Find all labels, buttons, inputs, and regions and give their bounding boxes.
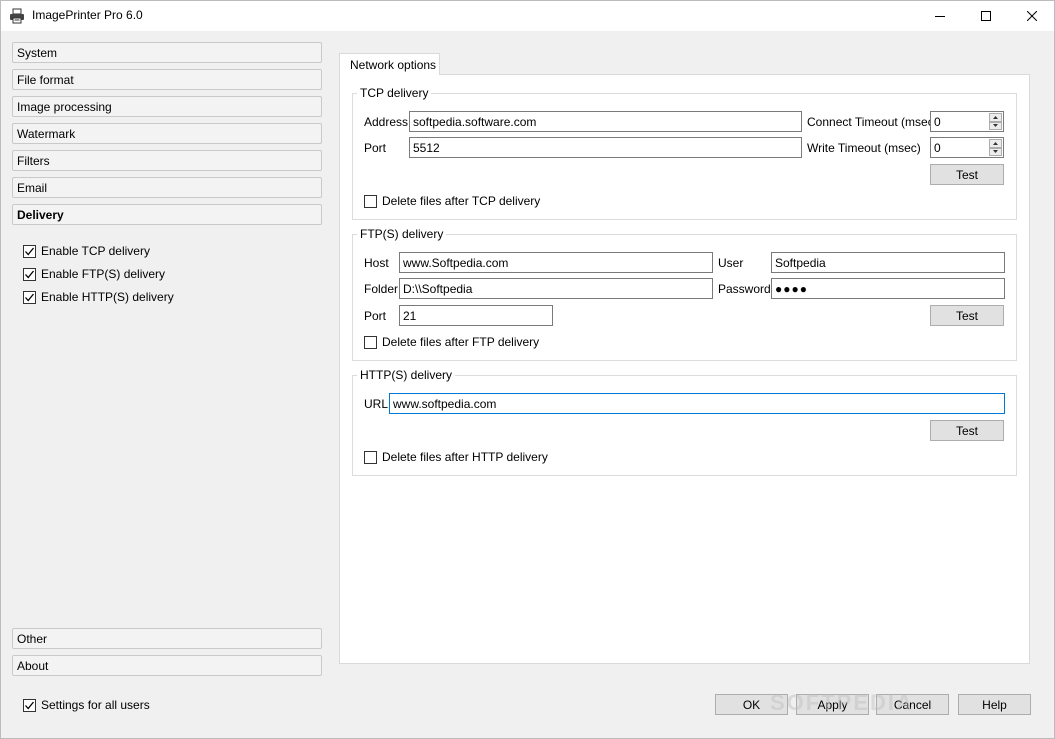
enable-tcp-checkbox[interactable]: Enable TCP delivery bbox=[23, 244, 150, 258]
nav-filters[interactable]: Filters bbox=[12, 150, 322, 171]
maximize-icon bbox=[981, 10, 991, 21]
checkbox-unchecked-icon bbox=[364, 450, 377, 464]
checkbox-checked-icon bbox=[23, 244, 36, 258]
nav-watermark[interactable]: Watermark bbox=[12, 123, 322, 144]
ftp-test-button[interactable]: Test bbox=[930, 305, 1004, 326]
help-button[interactable]: Help bbox=[958, 694, 1031, 715]
ftp-group-title: FTP(S) delivery bbox=[357, 227, 447, 241]
nav-about[interactable]: About bbox=[12, 655, 322, 676]
tcp-address-label: Address bbox=[364, 115, 409, 129]
checkbox-unchecked-icon bbox=[364, 335, 377, 349]
http-test-button[interactable]: Test bbox=[930, 420, 1004, 441]
ftp-user-label: User bbox=[718, 256, 744, 270]
checkbox-checked-icon bbox=[23, 290, 36, 304]
http-url-input[interactable]: www.softpedia.com bbox=[389, 393, 1005, 414]
minimize-button[interactable] bbox=[917, 0, 963, 31]
ftp-host-label: Host bbox=[364, 256, 389, 270]
enable-tcp-label: Enable TCP delivery bbox=[41, 244, 150, 258]
ftp-delete-files-checkbox[interactable]: Delete files after FTP delivery bbox=[364, 335, 539, 349]
nav-other[interactable]: Other bbox=[12, 628, 322, 649]
maximize-button[interactable] bbox=[963, 0, 1009, 31]
spin-up-icon[interactable] bbox=[989, 139, 1002, 148]
close-button[interactable] bbox=[1009, 0, 1055, 31]
close-icon bbox=[1027, 10, 1037, 21]
checkbox-unchecked-icon bbox=[364, 194, 377, 208]
ftp-delete-files-label: Delete files after FTP delivery bbox=[382, 335, 540, 349]
spin-up-icon[interactable] bbox=[989, 113, 1002, 122]
ftp-port-input[interactable]: 21 bbox=[399, 305, 553, 326]
tcp-group-title: TCP delivery bbox=[357, 86, 432, 100]
ftp-password-label: Password bbox=[718, 282, 771, 296]
http-url-label: URL bbox=[364, 397, 389, 411]
http-delete-files-label: Delete files after HTTP delivery bbox=[382, 450, 548, 464]
connect-timeout-label: Connect Timeout (msec) bbox=[807, 115, 938, 129]
spin-down-icon[interactable] bbox=[989, 147, 1002, 156]
tcp-delete-files-checkbox[interactable]: Delete files after TCP delivery bbox=[364, 194, 540, 208]
nav-delivery[interactable]: Delivery bbox=[12, 204, 322, 225]
tab-network-options[interactable]: Network options bbox=[339, 53, 440, 75]
spin-down-icon[interactable] bbox=[989, 121, 1002, 130]
tcp-test-button[interactable]: Test bbox=[930, 164, 1004, 185]
title-bar: ImagePrinter Pro 6.0 bbox=[0, 0, 1055, 31]
http-group-title: HTTP(S) delivery bbox=[357, 368, 456, 382]
ftp-folder-label: Folder bbox=[364, 282, 399, 296]
ftp-port-label: Port bbox=[364, 309, 387, 323]
settings-all-users-checkbox[interactable]: Settings for all users bbox=[23, 698, 150, 712]
nav-image-processing[interactable]: Image processing bbox=[12, 96, 322, 117]
connect-timeout-value: 0 bbox=[934, 115, 941, 129]
ftp-folder-input[interactable]: D:\\Softpedia bbox=[399, 278, 713, 299]
write-timeout-label: Write Timeout (msec) bbox=[807, 141, 921, 155]
printer-icon bbox=[9, 8, 25, 24]
nav-system[interactable]: System bbox=[12, 42, 322, 63]
enable-ftp-checkbox[interactable]: Enable FTP(S) delivery bbox=[23, 267, 165, 281]
minimize-icon bbox=[935, 15, 945, 17]
enable-http-label: Enable HTTP(S) delivery bbox=[41, 290, 174, 304]
enable-http-checkbox[interactable]: Enable HTTP(S) delivery bbox=[23, 290, 174, 304]
write-timeout-value: 0 bbox=[934, 141, 941, 155]
tcp-port-input[interactable]: 5512 bbox=[409, 137, 802, 158]
write-timeout-spinner[interactable]: 0 bbox=[930, 137, 1004, 158]
checkbox-checked-icon bbox=[23, 267, 36, 281]
enable-ftp-label: Enable FTP(S) delivery bbox=[41, 267, 166, 281]
window-title: ImagePrinter Pro 6.0 bbox=[32, 8, 143, 22]
tcp-delete-files-label: Delete files after TCP delivery bbox=[382, 194, 541, 208]
tcp-port-label: Port bbox=[364, 141, 387, 155]
nav-file-format[interactable]: File format bbox=[12, 69, 322, 90]
ftp-host-input[interactable]: www.Softpedia.com bbox=[399, 252, 713, 273]
checkbox-checked-icon bbox=[23, 698, 36, 712]
http-delete-files-checkbox[interactable]: Delete files after HTTP delivery bbox=[364, 450, 548, 464]
ftp-user-input[interactable]: Softpedia bbox=[771, 252, 1005, 273]
tcp-address-input[interactable]: softpedia.software.com bbox=[409, 111, 802, 132]
settings-all-users-label: Settings for all users bbox=[41, 698, 150, 712]
ftp-password-input[interactable]: ●●●● bbox=[771, 278, 1005, 299]
nav-email[interactable]: Email bbox=[12, 177, 322, 198]
softpedia-watermark: SOFTPEDIA bbox=[770, 690, 914, 715]
connect-timeout-spinner[interactable]: 0 bbox=[930, 111, 1004, 132]
